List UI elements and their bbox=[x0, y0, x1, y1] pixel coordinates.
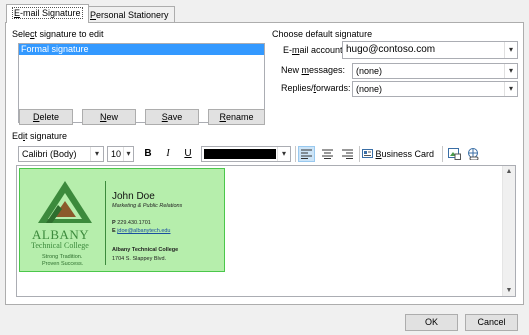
chevron-down-icon: ▾ bbox=[123, 147, 133, 161]
editor-scrollbar[interactable]: ▲ ▼ bbox=[502, 166, 515, 296]
align-right-button[interactable] bbox=[339, 146, 356, 162]
phone-line: P 229.430.1701 bbox=[112, 220, 151, 226]
edit-signature-label: Edit signature bbox=[12, 131, 68, 141]
tagline-2: Proven Success. bbox=[42, 261, 84, 267]
font-select[interactable]: Calibri (Body) ▾ bbox=[18, 146, 104, 162]
align-left-icon bbox=[301, 149, 312, 159]
chevron-down-icon: ▾ bbox=[277, 147, 290, 161]
contact-name: John Doe bbox=[112, 191, 155, 202]
chevron-down-icon: ▾ bbox=[504, 42, 517, 58]
albany-logo-icon bbox=[38, 181, 92, 223]
tab-personal-stationery[interactable]: Personal Stationery bbox=[84, 6, 175, 23]
logo-subtitle: Technical College bbox=[31, 241, 89, 250]
tab-personal-stationery-label: Personal Stationery bbox=[90, 10, 169, 20]
insert-hyperlink-button[interactable] bbox=[465, 146, 481, 162]
email-account-value: hugo@contoso.com bbox=[346, 44, 436, 55]
new-messages-label: New messages: bbox=[281, 65, 346, 75]
toolbar-divider bbox=[359, 146, 360, 162]
italic-button[interactable]: I bbox=[161, 146, 175, 162]
tab-email-signature-label: E-mail Signature bbox=[12, 7, 83, 19]
bold-button[interactable]: B bbox=[141, 146, 155, 162]
chevron-down-icon: ▾ bbox=[504, 64, 517, 78]
align-center-button[interactable] bbox=[319, 146, 336, 162]
underline-button[interactable]: U bbox=[181, 146, 195, 162]
save-button[interactable]: Save bbox=[145, 109, 199, 125]
hyperlink-icon bbox=[467, 148, 478, 161]
rename-button[interactable]: Rename bbox=[208, 109, 265, 125]
font-value: Calibri (Body) bbox=[22, 149, 77, 159]
select-signature-label: Select signature to edit bbox=[12, 29, 104, 39]
card-divider bbox=[105, 181, 106, 265]
scroll-up-icon[interactable]: ▲ bbox=[503, 166, 515, 177]
contact-role: Marketing & Public Relations bbox=[112, 203, 183, 209]
font-color-select[interactable]: ▾ bbox=[201, 146, 291, 162]
cancel-button[interactable]: Cancel bbox=[465, 314, 518, 331]
tab-email-signature[interactable]: E-mail Signature bbox=[6, 4, 89, 23]
business-card-button[interactable]: Business Card bbox=[362, 146, 438, 162]
business-card-signature: ALBANY Technical College Strong Traditio… bbox=[19, 168, 225, 272]
choose-default-label: Choose default signature bbox=[272, 29, 373, 39]
align-left-button[interactable] bbox=[298, 146, 315, 162]
replies-forwards-value: (none) bbox=[356, 84, 383, 94]
tagline-1: Strong Tradition. bbox=[42, 254, 83, 260]
insert-picture-button[interactable] bbox=[446, 146, 462, 162]
toolbar-divider bbox=[442, 146, 443, 162]
toolbar-divider bbox=[295, 146, 296, 162]
chevron-down-icon: ▾ bbox=[504, 82, 517, 96]
email-link[interactable]: jdoe@albanytech.edu bbox=[117, 228, 170, 234]
font-size-value: 10 bbox=[111, 149, 122, 159]
align-center-icon bbox=[322, 149, 333, 159]
business-card-icon bbox=[362, 149, 373, 158]
ok-button[interactable]: OK bbox=[405, 314, 458, 331]
new-button[interactable]: New bbox=[82, 109, 136, 125]
college-name: Albany Technical College bbox=[112, 247, 179, 253]
delete-button[interactable]: Delete bbox=[19, 109, 73, 125]
replies-forwards-select[interactable]: (none) ▾ bbox=[352, 81, 518, 97]
email-line: E jdoe@albanytech.edu bbox=[112, 228, 171, 234]
email-account-label: E-mail account: bbox=[283, 45, 346, 55]
replies-forwards-label: Replies/forwards: bbox=[281, 83, 351, 93]
align-right-icon bbox=[342, 149, 353, 159]
font-color-swatch bbox=[204, 149, 276, 159]
college-address: 1704 S. Slappey Blvd. bbox=[112, 256, 167, 262]
signature-editor[interactable]: ALBANY Technical College Strong Traditio… bbox=[16, 165, 516, 297]
list-item[interactable]: Formal signature bbox=[19, 44, 264, 55]
picture-icon bbox=[447, 148, 461, 160]
font-size-select[interactable]: 10 ▾ bbox=[107, 146, 134, 162]
scroll-down-icon[interactable]: ▼ bbox=[503, 285, 515, 296]
email-account-select[interactable]: hugo@contoso.com ▾ bbox=[342, 41, 518, 59]
chevron-down-icon: ▾ bbox=[90, 147, 103, 161]
new-messages-value: (none) bbox=[356, 66, 383, 76]
new-messages-select[interactable]: (none) ▾ bbox=[352, 63, 518, 79]
